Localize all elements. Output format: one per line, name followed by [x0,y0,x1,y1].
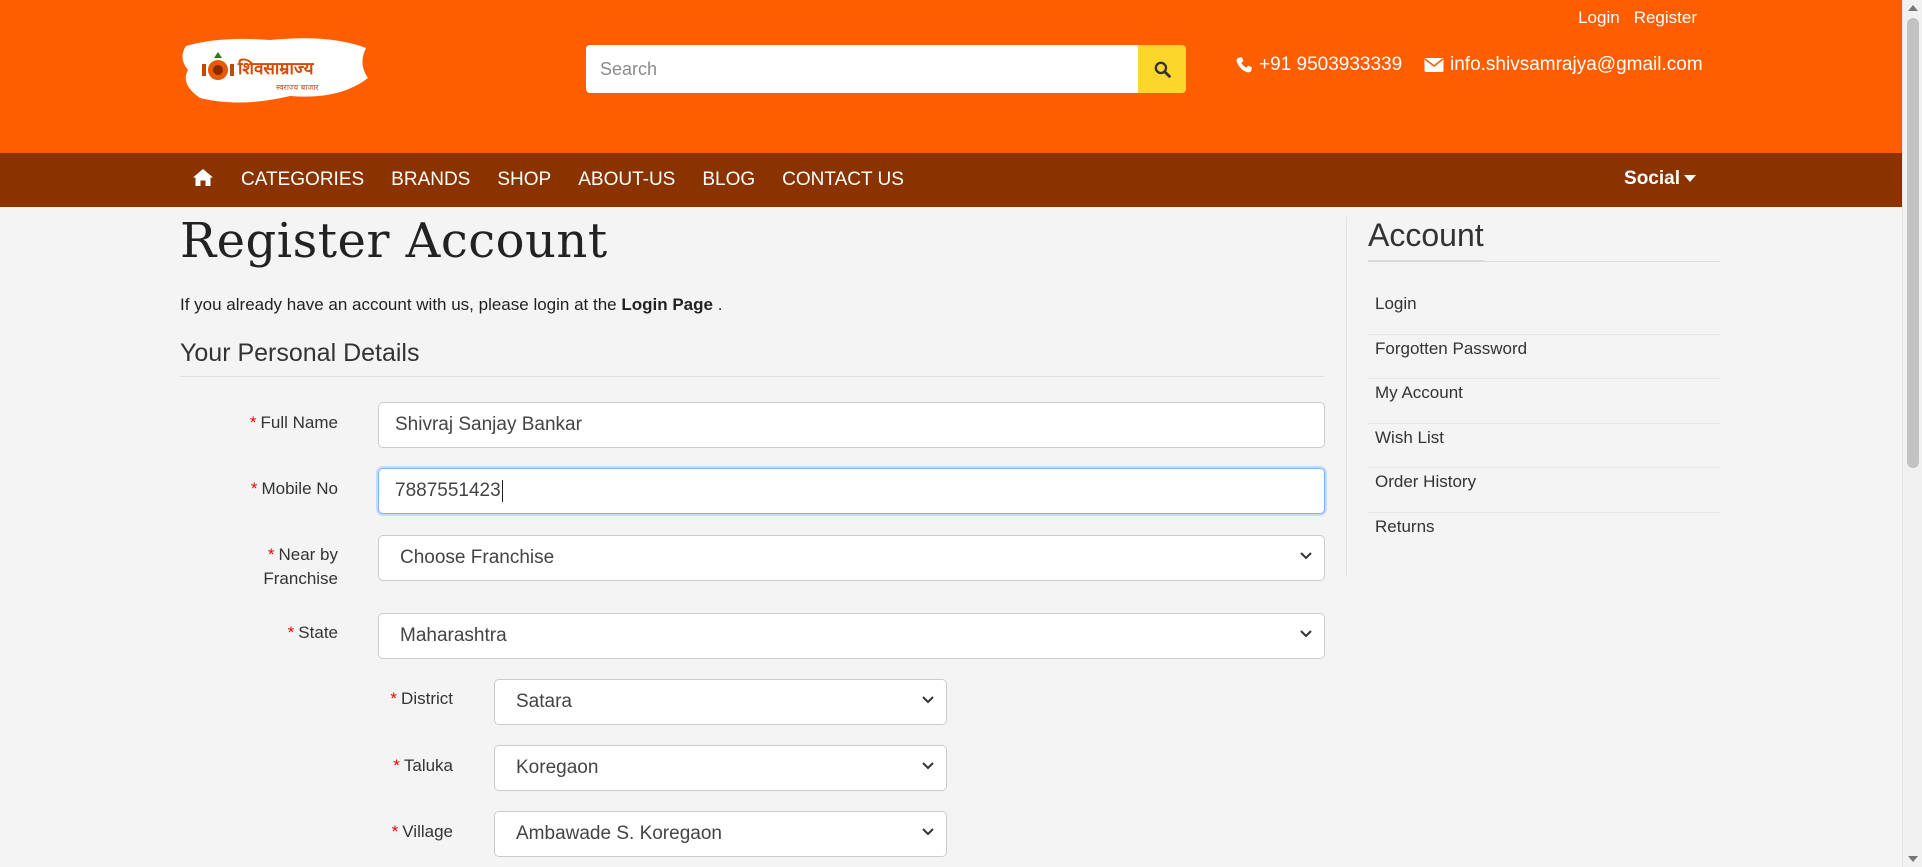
nav-item-categories[interactable]: CATEGORIES [241,169,364,191]
register-content: Register Account If you already have an … [180,207,1324,377]
district-value: Satara [516,691,572,712]
search-button[interactable] [1138,45,1186,93]
mobile-value: 7887551423 [395,480,503,502]
sidebar-item-forgotten-password[interactable]: Forgotten Password [1368,335,1720,380]
franchise-select[interactable]: Choose Franchise [378,535,1325,581]
full-name-field[interactable]: Shivraj Sanjay Bankar [378,402,1325,448]
sidebar-item-login[interactable]: Login [1368,290,1720,335]
home-icon [193,169,213,186]
search-input[interactable] [586,45,1138,93]
nav-item-blog[interactable]: BLOG [702,169,755,191]
required-mark: * [267,545,275,564]
social-label: Social [1624,168,1680,189]
svg-text:स्वराज्य बाजार: स्वराज्य बाजार [276,83,319,92]
phone-icon [1236,57,1252,73]
district-label: * District [390,689,453,708]
franchise-value: Choose Franchise [400,547,555,568]
email-address: info.shivsamrajya@gmail.com [1450,54,1703,75]
top-register-link[interactable]: Register [1634,8,1697,28]
taluka-select[interactable]: Koregaon [494,745,947,791]
full-name-value: Shivraj Sanjay Bankar [395,414,582,435]
mobile-field[interactable]: 7887551423 [378,468,1325,514]
taluka-value: Koregaon [516,757,599,778]
state-select[interactable]: Maharashtra [378,613,1325,659]
intro-text: If you already have an account with us, … [180,295,622,314]
caret-down-icon [1684,175,1696,182]
account-menu: Login Forgotten Password My Account Wish… [1368,290,1720,558]
scroll-thumb[interactable] [1907,18,1919,468]
envelope-icon [1424,58,1444,72]
search-icon [1154,61,1171,78]
main-nav: CATEGORIES BRANDS SHOP ABOUT-US BLOG CON… [0,153,1902,207]
search-bar [586,45,1186,93]
top-login-link[interactable]: Login [1578,8,1620,28]
top-links: Login Register [1578,8,1697,28]
social-dropdown[interactable]: Social [1624,168,1696,190]
sidebar-item-returns[interactable]: Returns [1368,513,1720,558]
login-page-link[interactable]: Login Page [621,295,713,314]
section-heading: Your Personal Details [180,339,1324,377]
chevron-down-icon [922,762,934,770]
email-contact[interactable]: info.shivsamrajya@gmail.com [1424,54,1703,76]
village-value: Ambawade S. Koregaon [516,823,722,844]
site-logo[interactable]: शिवसाम्राज्य स्वराज्य बाजार [180,34,370,110]
chevron-down-icon [1300,552,1312,560]
login-intro: If you already have an account with us, … [180,295,1324,315]
nav-menu: CATEGORIES BRANDS SHOP ABOUT-US BLOG CON… [241,153,931,207]
page-scrollbar[interactable] [1902,0,1922,867]
required-mark: * [249,413,257,432]
chevron-down-icon [922,696,934,704]
required-mark: * [287,623,295,642]
phone-contact[interactable]: +91 9503933339 [1235,54,1402,76]
nav-item-brands[interactable]: BRANDS [391,169,470,191]
taluka-label: * Taluka [393,756,453,775]
account-sidebar: Account Login Forgotten Password My Acco… [1346,217,1720,577]
chevron-down-icon [922,828,934,836]
scroll-up-arrow[interactable] [1908,5,1918,11]
required-mark: * [390,689,398,708]
page-title: Register Account [180,213,608,269]
nav-item-contact-us[interactable]: CONTACT US [782,169,904,191]
state-value: Maharashtra [400,625,507,646]
state-label: * State [287,623,338,642]
home-button[interactable] [192,168,214,192]
required-mark: * [393,756,400,775]
chevron-down-icon [1300,630,1312,638]
sidebar-item-wish-list[interactable]: Wish List [1368,424,1720,469]
sidebar-item-order-history[interactable]: Order History [1368,468,1720,513]
svg-text:शिवसाम्राज्य: शिवसाम्राज्य [237,58,315,79]
village-label: * Village [391,822,453,841]
required-mark: * [391,822,399,841]
sidebar-title: Account [1368,217,1484,262]
village-select[interactable]: Ambawade S. Koregaon [494,811,947,857]
franchise-label: * Near by Franchise [263,545,338,588]
phone-number: +91 9503933339 [1259,54,1403,75]
district-select[interactable]: Satara [494,679,947,725]
nav-item-shop[interactable]: SHOP [497,169,551,191]
scroll-down-arrow[interactable] [1908,856,1918,862]
required-mark: * [250,479,258,498]
sidebar-item-my-account[interactable]: My Account [1368,379,1720,424]
intro-suffix: . [712,295,723,314]
full-name-label: * Full Name [249,413,338,432]
site-header: Login Register शिवसाम्राज्य स्वराज्य बाज… [0,0,1902,153]
nav-item-about-us[interactable]: ABOUT-US [578,169,675,191]
mobile-label: * Mobile No [250,479,338,498]
